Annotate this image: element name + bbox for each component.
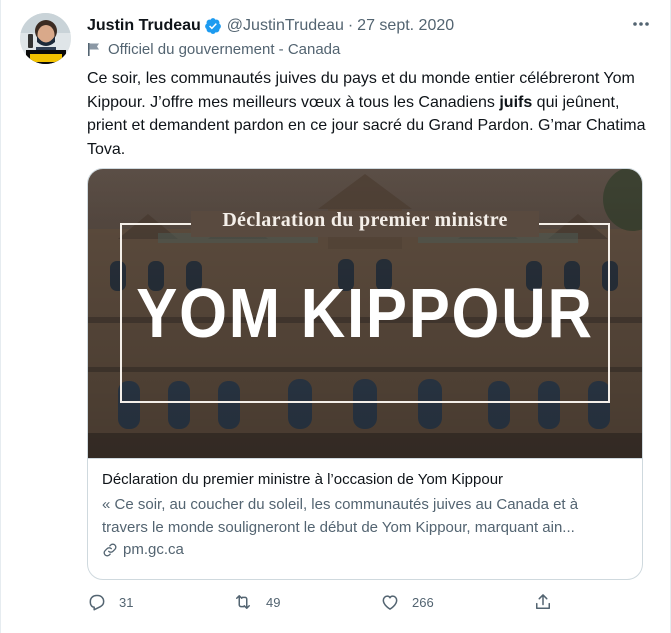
retweet-count: 49 bbox=[266, 594, 281, 610]
tweet[interactable]: Justin Trudeau @JustinTrudeau · 27 sept.… bbox=[0, 0, 671, 633]
author-handle[interactable]: @JustinTrudeau bbox=[227, 17, 344, 35]
tweet-text: Ce soir, les communautés juives du pays … bbox=[87, 67, 647, 161]
avatar[interactable] bbox=[20, 13, 71, 64]
card-image-subtitle: Déclaration du premier ministre bbox=[222, 209, 508, 231]
separator-dot: · bbox=[347, 17, 354, 34]
card-image[interactable]: Déclaration du premier ministre YOM KIPP… bbox=[88, 169, 642, 458]
card-domain: pm.gc.ca bbox=[102, 541, 628, 558]
card-image-title: YOM KIPPOUR bbox=[136, 274, 594, 352]
tweet-text-bold: juifs bbox=[499, 93, 533, 111]
government-label[interactable]: Officiel du gouvernement - Canada bbox=[87, 41, 340, 58]
avatar-image bbox=[20, 13, 71, 64]
link-icon bbox=[103, 543, 117, 556]
link-card[interactable]: Déclaration du premier ministre YOM KIPP… bbox=[87, 168, 643, 580]
share-icon bbox=[536, 594, 550, 609]
action-bar: 31 49 266 bbox=[87, 592, 557, 616]
government-flag-icon bbox=[88, 43, 99, 56]
more-icon[interactable] bbox=[630, 14, 652, 34]
card-title: Déclaration du premier ministre à l’occa… bbox=[102, 471, 504, 488]
reply-icon bbox=[89, 594, 105, 611]
card-domain-text: pm.gc.ca bbox=[123, 541, 184, 558]
retweet-icon bbox=[236, 595, 250, 609]
card-description: « Ce soir, au coucher du soleil, les com… bbox=[102, 496, 579, 536]
government-label-text: Officiel du gouvernement - Canada bbox=[108, 41, 341, 58]
tweet-header: Justin Trudeau @JustinTrudeau · 27 sept.… bbox=[87, 14, 650, 38]
reply-count: 31 bbox=[119, 594, 134, 610]
share-button[interactable] bbox=[533, 592, 553, 612]
card-body[interactable]: Déclaration du premier ministre à l’occa… bbox=[88, 458, 642, 579]
like-icon bbox=[382, 595, 398, 610]
author-name[interactable]: Justin Trudeau bbox=[87, 17, 201, 35]
like-count: 266 bbox=[412, 594, 434, 610]
retweet-button[interactable]: 49 bbox=[232, 592, 280, 612]
reply-button[interactable]: 31 bbox=[87, 592, 133, 612]
like-button[interactable]: 266 bbox=[380, 592, 434, 612]
tweet-date[interactable]: 27 sept. 2020 bbox=[357, 17, 454, 35]
verified-badge-icon bbox=[204, 17, 222, 35]
